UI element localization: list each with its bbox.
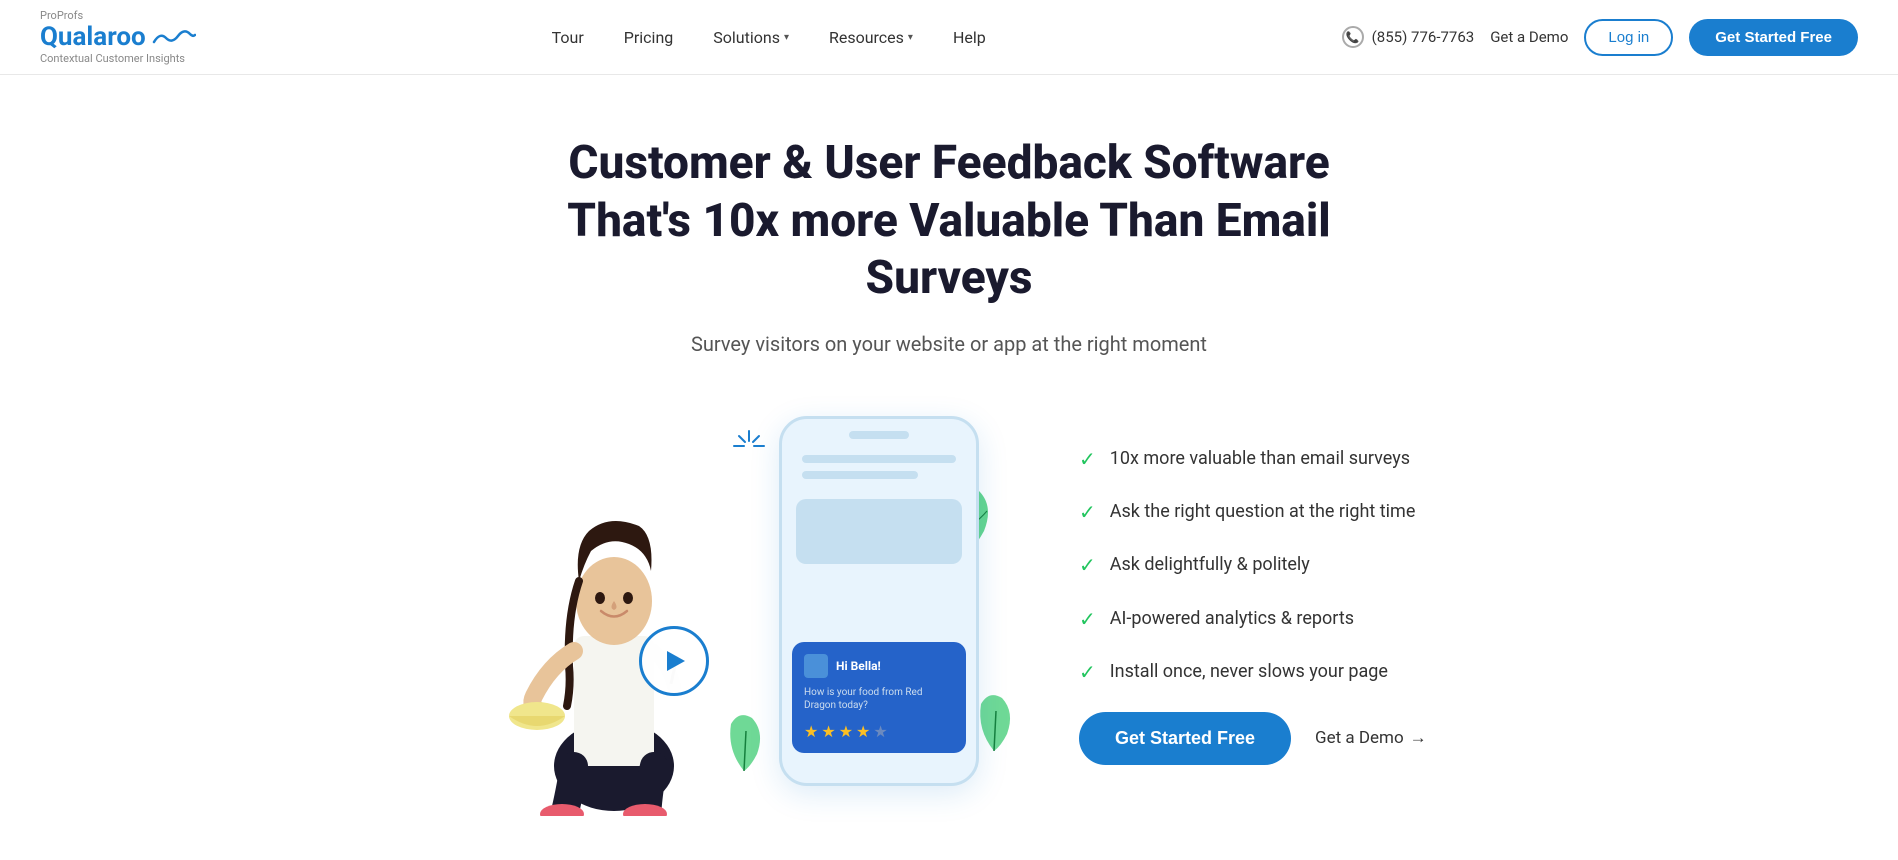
- main-nav: Tour Pricing Solutions ▾ Resources ▾ Hel…: [534, 20, 1004, 55]
- nav-pricing[interactable]: Pricing: [606, 20, 692, 55]
- check-icon: ✓: [1079, 607, 1096, 631]
- hero-title: Customer & User Feedback Software That's…: [539, 135, 1359, 308]
- feature-text: Install once, never slows your page: [1110, 659, 1388, 684]
- phone-mockup: Hi Bella! How is your food from Red Drag…: [779, 416, 979, 786]
- chevron-down-icon: ▾: [908, 32, 913, 43]
- check-icon: ✓: [1079, 660, 1096, 684]
- phone-number[interactable]: 📞 (855) 776-7763: [1342, 26, 1475, 48]
- hero-illustration: Hi Bella! How is your food from Red Drag…: [459, 396, 1019, 816]
- header-actions: 📞 (855) 776-7763 Get a Demo Log in Get S…: [1342, 19, 1858, 56]
- check-icon: ✓: [1079, 447, 1096, 471]
- chevron-down-icon: ▾: [784, 32, 789, 43]
- check-icon: ✓: [1079, 500, 1096, 524]
- feature-text: AI-powered analytics & reports: [1110, 606, 1354, 631]
- survey-avatar: [804, 654, 828, 678]
- spark-decoration: [729, 426, 769, 466]
- survey-question: How is your food from Red Dragon today?: [804, 686, 954, 712]
- feature-text: Ask the right question at the right time: [1110, 499, 1416, 524]
- star-2: ★: [821, 722, 835, 741]
- logo-text: Qualaroo: [40, 24, 146, 50]
- feature-text: 10x more valuable than email surveys: [1110, 446, 1410, 471]
- logo-tagline: Contextual Customer Insights: [40, 52, 196, 65]
- header: ProProfs Qualaroo Contextual Customer In…: [0, 0, 1898, 75]
- phone-bar-2: [802, 471, 918, 479]
- phone-card: [796, 499, 962, 564]
- check-icon: ✓: [1079, 553, 1096, 577]
- feature-text: Ask delightfully & politely: [1110, 552, 1310, 577]
- hero-subtitle: Survey visitors on your website or app a…: [40, 332, 1858, 356]
- feature-item: ✓ Ask delightfully & politely: [1079, 552, 1439, 577]
- login-button[interactable]: Log in: [1584, 19, 1673, 56]
- hero-content: Hi Bella! How is your food from Red Drag…: [0, 396, 1898, 856]
- hero-section: Customer & User Feedback Software That's…: [0, 75, 1898, 856]
- play-button[interactable]: [639, 626, 709, 696]
- star-3: ★: [839, 722, 853, 741]
- nav-solutions[interactable]: Solutions ▾: [695, 20, 807, 55]
- feature-item: ✓ Ask the right question at the right ti…: [1079, 499, 1439, 524]
- survey-widget: Hi Bella! How is your food from Red Drag…: [792, 642, 966, 753]
- star-5: ★: [873, 722, 887, 741]
- hero-cta-button[interactable]: Get Started Free: [1079, 712, 1291, 765]
- phone-bar-1: [802, 455, 956, 463]
- proprofs-label: ProProfs: [40, 9, 196, 22]
- arrow-right-icon: →: [1410, 728, 1427, 748]
- logo-wave-icon: [152, 28, 196, 46]
- nav-resources[interactable]: Resources ▾: [811, 20, 931, 55]
- hero-cta-row: Get Started Free Get a Demo →: [1079, 712, 1439, 765]
- star-4: ★: [856, 722, 870, 741]
- phone-icon: 📞: [1342, 26, 1364, 48]
- survey-stars: ★ ★ ★ ★ ★: [804, 722, 954, 741]
- nav-tour[interactable]: Tour: [534, 20, 602, 55]
- survey-greeting: Hi Bella!: [836, 659, 881, 673]
- feature-item: ✓ 10x more valuable than email surveys: [1079, 446, 1439, 471]
- star-1: ★: [804, 722, 818, 741]
- header-cta-button[interactable]: Get Started Free: [1689, 19, 1858, 56]
- woman-illustration: [479, 426, 749, 816]
- hero-text-area: Customer & User Feedback Software That's…: [0, 75, 1898, 356]
- features-list: ✓ 10x more valuable than email surveys ✓…: [1079, 446, 1439, 765]
- phone-notch: [849, 431, 909, 439]
- nav-help[interactable]: Help: [935, 20, 1004, 55]
- feature-item: ✓ Install once, never slows your page: [1079, 659, 1439, 684]
- logo[interactable]: ProProfs Qualaroo Contextual Customer In…: [40, 9, 196, 65]
- hero-demo-link[interactable]: Get a Demo →: [1315, 728, 1427, 748]
- play-triangle-icon: [667, 651, 685, 671]
- feature-item: ✓ AI-powered analytics & reports: [1079, 606, 1439, 631]
- get-demo-link[interactable]: Get a Demo: [1490, 28, 1568, 46]
